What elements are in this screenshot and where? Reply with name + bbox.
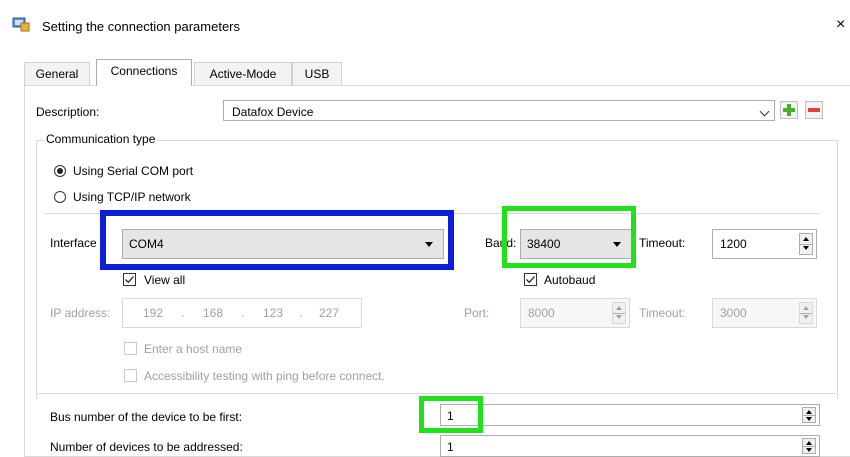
- tab-active-mode[interactable]: Active-Mode: [194, 62, 292, 85]
- tcp-radio-label[interactable]: Using TCP/IP network: [73, 190, 191, 204]
- remove-icon[interactable]: [805, 101, 823, 119]
- ip-octet: 123: [263, 306, 284, 320]
- spinner-buttons[interactable]: [612, 302, 626, 324]
- tcp-radio[interactable]: [54, 191, 66, 203]
- timeout-spinner[interactable]: 1200: [712, 229, 817, 259]
- serial-radio[interactable]: [54, 165, 66, 177]
- tab-connections[interactable]: Connections: [96, 59, 192, 86]
- ip-octet: 227: [319, 306, 340, 320]
- spinner-buttons[interactable]: [799, 302, 813, 324]
- add-icon[interactable]: [780, 101, 798, 119]
- highlight-box-blue: [100, 210, 454, 270]
- spinner-buttons[interactable]: [799, 233, 813, 255]
- window-title: Setting the connection parameters: [42, 19, 241, 34]
- port-spinner[interactable]: 8000: [520, 298, 630, 328]
- tcp-timeout-label: Timeout:: [639, 306, 686, 320]
- ip-dot: .: [181, 306, 185, 320]
- spinner-buttons[interactable]: [802, 438, 816, 454]
- description-value: Datafox Device: [232, 105, 314, 119]
- bus-first-label: Bus number of the device to be first:: [50, 410, 243, 424]
- ip-octet: 192: [143, 306, 164, 320]
- checkmark-icon: [526, 276, 535, 284]
- host-name-checkbox[interactable]: [124, 342, 137, 355]
- view-all-label[interactable]: View all: [144, 273, 185, 287]
- port-value: 8000: [528, 306, 555, 320]
- host-name-label[interactable]: Enter a host name: [144, 342, 242, 356]
- tab-usb[interactable]: USB: [292, 62, 342, 85]
- spinner-buttons[interactable]: [802, 407, 816, 423]
- tcp-timeout-spinner[interactable]: 3000: [712, 298, 817, 328]
- ping-label[interactable]: Accessibility testing with ping before c…: [144, 369, 385, 383]
- close-icon[interactable]: ×: [836, 16, 845, 34]
- ping-checkbox[interactable]: [124, 369, 137, 382]
- description-label: Description:: [36, 105, 100, 119]
- highlight-box-green: [502, 206, 636, 268]
- checkmark-icon: [125, 276, 134, 284]
- timeout-value: 1200: [720, 237, 747, 251]
- title-bar: Setting the connection parameters ×: [0, 0, 850, 55]
- communication-group-label: Communication type: [44, 132, 158, 146]
- ip-octet: 168: [203, 306, 224, 320]
- ip-address-label: IP address:: [50, 306, 111, 320]
- separator: [36, 393, 836, 394]
- interface-label: Interface: [50, 236, 97, 250]
- timeout-label: Timeout:: [639, 236, 686, 250]
- autobaud-checkbox[interactable]: [524, 273, 537, 286]
- bus-count-label: Number of devices to be addressed:: [50, 440, 243, 454]
- autobaud-label[interactable]: Autobaud: [544, 273, 595, 287]
- chevron-down-icon: [759, 106, 770, 117]
- description-combo[interactable]: Datafox Device: [223, 100, 775, 121]
- port-label: Port:: [464, 306, 490, 320]
- bus-count-value: 1: [447, 440, 454, 454]
- ip-address-field[interactable]: 192 . 168 . 123 . 227: [122, 298, 362, 328]
- highlight-box-green: [419, 396, 483, 433]
- ip-dot: .: [299, 306, 303, 320]
- ip-dot: .: [241, 306, 245, 320]
- tab-general[interactable]: General: [24, 62, 90, 85]
- bus-count-spinner[interactable]: 1: [440, 435, 820, 457]
- view-all-checkbox[interactable]: [123, 273, 136, 286]
- app-icon: [12, 17, 30, 32]
- bus-first-spinner[interactable]: 1: [440, 404, 820, 426]
- serial-radio-label[interactable]: Using Serial COM port: [73, 164, 193, 178]
- tcp-timeout-value: 3000: [720, 306, 747, 320]
